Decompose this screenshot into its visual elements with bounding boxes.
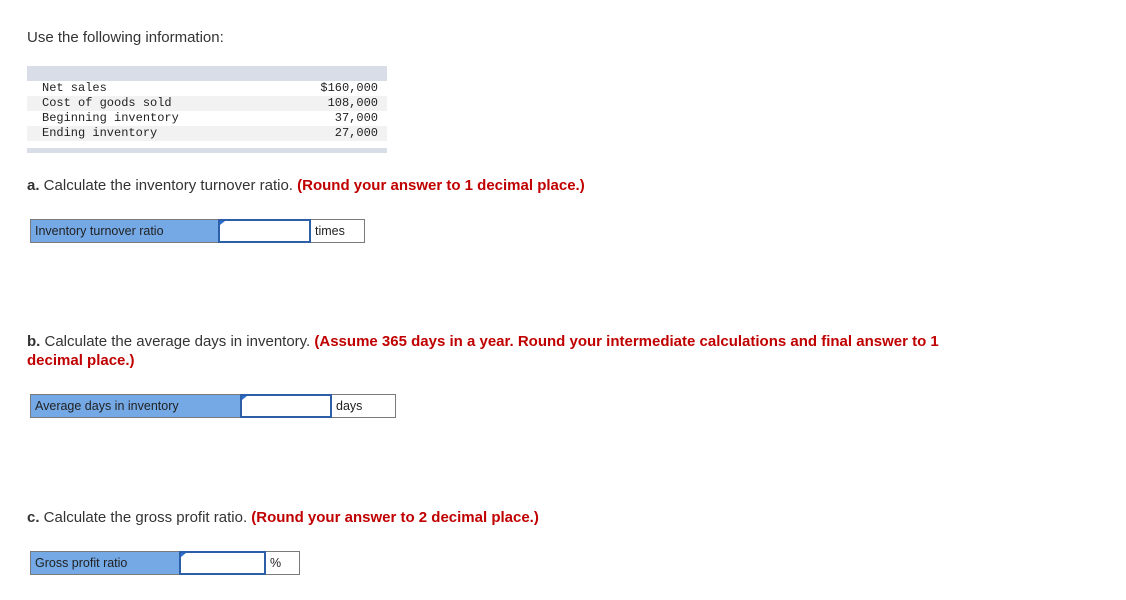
question-letter: b.	[27, 333, 41, 350]
table-row: Beginning inventory 37,000	[27, 111, 387, 126]
question-letter: a.	[27, 177, 40, 194]
table-row: Net sales $160,000	[27, 81, 387, 96]
question-b: b. Calculate the average days in invento…	[27, 332, 967, 370]
answer-unit: times	[311, 219, 365, 243]
row-value: 27,000	[334, 126, 378, 140]
question-instruction: (Round your answer to 2 decimal place.)	[251, 509, 539, 526]
row-value: 108,000	[327, 96, 378, 110]
table-footer-bar	[27, 148, 387, 153]
inventory-turnover-input[interactable]	[218, 219, 311, 243]
row-value: $160,000	[320, 81, 378, 95]
question-c: c. Calculate the gross profit ratio. (Ro…	[27, 508, 539, 527]
row-label: Cost of goods sold	[42, 96, 172, 110]
intro-text: Use the following information:	[27, 29, 224, 46]
page: Use the following information: Net sales…	[0, 0, 1126, 600]
answer-input-wrapper	[179, 551, 266, 575]
answer-unit: days	[332, 394, 396, 418]
answer-row-average-days: Average days in inventory days	[30, 394, 396, 418]
row-label: Net sales	[42, 81, 107, 95]
answer-label: Average days in inventory	[30, 394, 240, 418]
question-instruction: (Round your answer to 1 decimal place.)	[297, 177, 585, 194]
answer-row-gross-profit: Gross profit ratio %	[30, 551, 300, 575]
question-text: Calculate the inventory turnover ratio.	[39, 177, 298, 194]
average-days-input[interactable]	[240, 394, 332, 418]
answer-row-inventory-turnover: Inventory turnover ratio times	[30, 219, 365, 243]
table-row: Ending inventory 27,000	[27, 126, 387, 141]
question-a: a. Calculate the inventory turnover rati…	[27, 176, 585, 195]
table-row: Cost of goods sold 108,000	[27, 96, 387, 111]
row-label: Ending inventory	[42, 126, 158, 140]
answer-input-wrapper	[240, 394, 332, 418]
question-text: Calculate the gross profit ratio.	[39, 509, 252, 526]
row-value: 37,000	[334, 111, 378, 125]
answer-label: Gross profit ratio	[30, 551, 179, 575]
answer-input-wrapper	[218, 219, 311, 243]
answer-label: Inventory turnover ratio	[30, 219, 218, 243]
table-header-bar	[27, 66, 387, 81]
row-label: Beginning inventory	[42, 111, 179, 125]
question-text: Calculate the average days in inventory.	[40, 333, 315, 350]
gross-profit-input[interactable]	[179, 551, 266, 575]
data-table: Net sales $160,000 Cost of goods sold 10…	[27, 66, 387, 153]
answer-unit: %	[266, 551, 300, 575]
question-letter: c.	[27, 509, 40, 526]
